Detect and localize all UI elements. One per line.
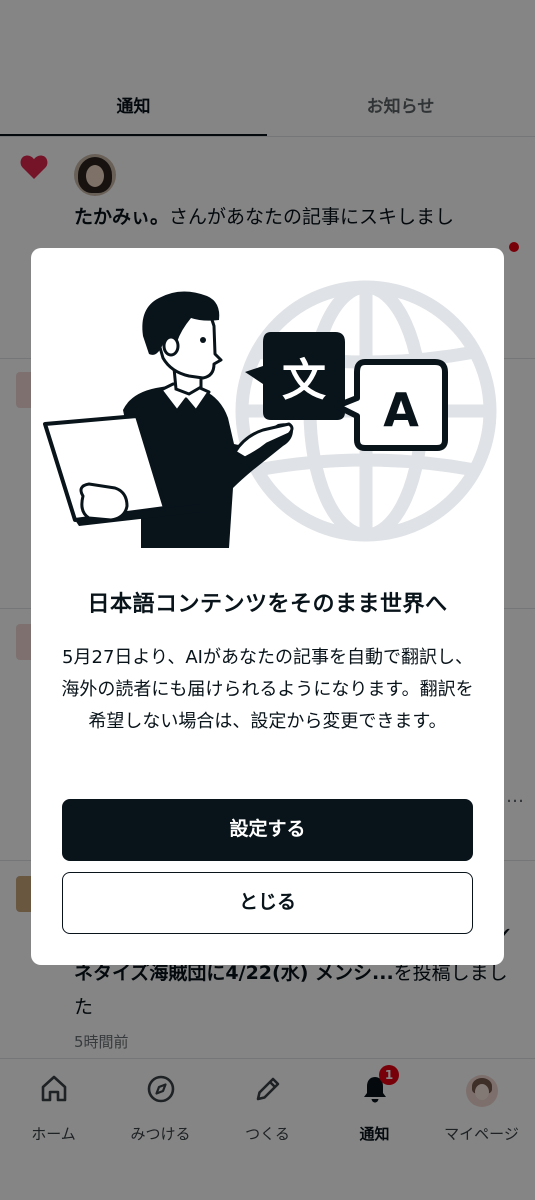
translation-announcement-modal: 文 A 日本語コンテンツをそのまま世界へ 5月27日より、AIがあなたの記事を自… bbox=[31, 248, 504, 965]
japanese-glyph: 文 bbox=[282, 355, 326, 406]
modal-description: 5月27日より、AIがあなたの記事を自動で翻訳し、海外の読者にも届けられるように… bbox=[61, 647, 474, 732]
open-settings-button[interactable]: 設定する bbox=[62, 799, 473, 861]
english-glyph: A bbox=[383, 383, 419, 437]
translation-illustration: 文 A bbox=[43, 280, 497, 548]
modal-title: 日本語コンテンツをそのまま世界へ bbox=[87, 592, 448, 617]
close-button[interactable]: とじる bbox=[62, 872, 473, 934]
